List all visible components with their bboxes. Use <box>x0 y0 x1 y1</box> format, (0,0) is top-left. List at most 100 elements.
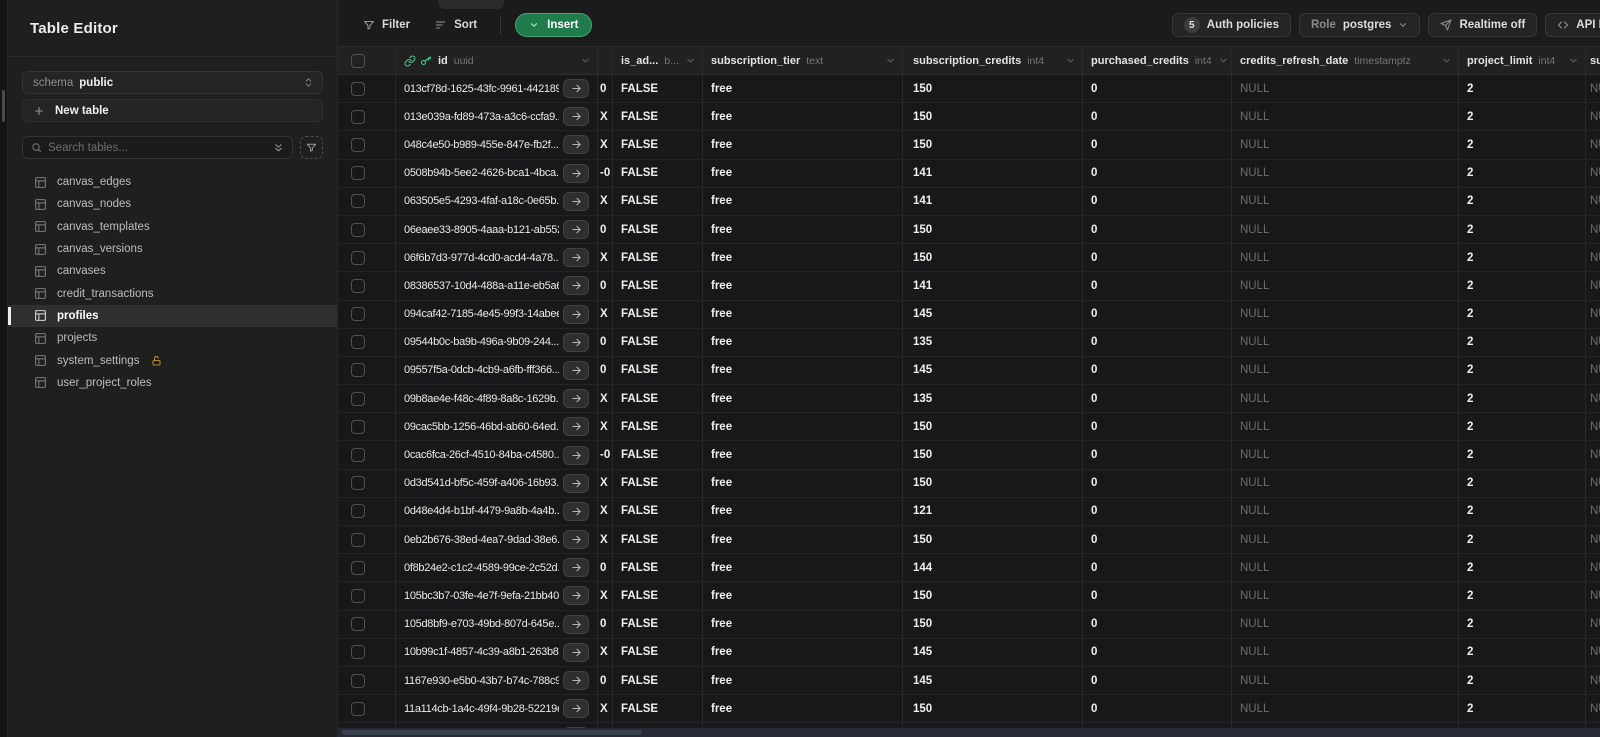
row-checkbox[interactable] <box>351 560 365 575</box>
id-cell[interactable]: 06f6b7d3-977d-4cd0-acd4-4a78... <box>396 244 598 272</box>
table-row[interactable]: 0eb2b676-38ed-4ea7-9dad-38e6... X FALSE fre… <box>338 526 1600 555</box>
subscription-credits-cell[interactable]: 141 <box>903 187 1083 215</box>
is-admin-cell[interactable]: FALSE <box>613 695 703 723</box>
id-cell[interactable]: 10b99c1f-4857-4c39-a8b1-263b8... <box>396 638 598 666</box>
project-limit-cell[interactable]: 2 <box>1459 638 1586 666</box>
purchased-credits-cell[interactable]: 0 <box>1083 385 1232 413</box>
sidebar-item-projects[interactable]: projects <box>22 327 323 349</box>
chevron-down-icon[interactable] <box>580 55 591 66</box>
row-checkbox[interactable] <box>351 194 365 209</box>
subscription-tier-cell[interactable]: free <box>703 215 903 244</box>
expand-row-button[interactable] <box>563 304 589 324</box>
subscription-tier-cell[interactable]: free <box>703 159 903 187</box>
is-admin-cell[interactable]: FALSE <box>613 215 703 244</box>
table-row[interactable]: 1167e930-e5b0-43b7-b74c-788c9... 0 FALSE fr… <box>338 666 1600 696</box>
clipped-cell[interactable]: 0 <box>598 272 613 300</box>
table-row[interactable]: 10b99c1f-4857-4c39-a8b1-263b8... X FALSE fr… <box>338 638 1600 667</box>
purchased-credits-cell[interactable]: 0 <box>1083 356 1232 385</box>
clipped-right-cell[interactable]: NU <box>1586 611 1600 638</box>
column-header-project-limit[interactable]: project_limit int4 <box>1459 47 1586 74</box>
purchased-credits-cell[interactable]: 0 <box>1083 695 1232 723</box>
expand-row-button[interactable] <box>563 276 589 296</box>
chevron-down-icon[interactable] <box>1065 55 1076 66</box>
table-row[interactable]: 08386537-10d4-488a-a11e-eb5a6... 0 FALSE fr… <box>338 272 1600 301</box>
sidebar-item-canvases[interactable]: canvases <box>22 260 323 282</box>
row-checkbox[interactable] <box>351 363 365 378</box>
purchased-credits-cell[interactable]: 0 <box>1083 272 1232 300</box>
clipped-cell[interactable]: X <box>598 300 613 328</box>
project-limit-cell[interactable]: 2 <box>1459 497 1586 525</box>
is-admin-cell[interactable]: FALSE <box>613 582 703 610</box>
sort-button[interactable]: Sort <box>425 13 486 37</box>
purchased-credits-cell[interactable]: 0 <box>1083 328 1232 356</box>
purchased-credits-cell[interactable]: 0 <box>1083 497 1232 525</box>
credits-refresh-date-cell[interactable]: NULL <box>1232 695 1459 723</box>
table-list-filter-button[interactable] <box>300 136 323 159</box>
sidebar-item-profiles[interactable]: profiles <box>8 304 337 328</box>
credits-refresh-date-cell[interactable]: NULL <box>1232 244 1459 272</box>
clipped-cell[interactable]: X <box>598 131 613 159</box>
project-limit-cell[interactable]: 2 <box>1459 441 1586 469</box>
id-cell[interactable]: 063505e5-4293-4faf-a18c-0e65b... <box>396 187 598 215</box>
insert-button[interactable]: Insert <box>515 13 593 37</box>
is-admin-cell[interactable]: FALSE <box>613 666 703 695</box>
expand-row-button[interactable] <box>563 586 589 606</box>
purchased-credits-cell[interactable]: 0 <box>1083 526 1232 554</box>
row-checkbox[interactable] <box>351 109 365 124</box>
clipped-cell[interactable]: X <box>598 413 613 441</box>
subscription-tier-cell[interactable]: free <box>703 413 903 441</box>
project-limit-cell[interactable]: 2 <box>1459 187 1586 215</box>
subscription-credits-cell[interactable]: 121 <box>903 497 1083 525</box>
row-checkbox[interactable] <box>351 617 365 632</box>
purchased-credits-cell[interactable]: 0 <box>1083 131 1232 159</box>
chevron-down-icon[interactable] <box>1441 55 1452 66</box>
subscription-tier-cell[interactable]: free <box>703 497 903 525</box>
purchased-credits-cell[interactable]: 0 <box>1083 413 1232 441</box>
subscription-tier-cell[interactable]: free <box>703 300 903 328</box>
row-checkbox[interactable] <box>351 307 365 322</box>
purchased-credits-cell[interactable]: 0 <box>1083 75 1232 103</box>
clipped-cell[interactable]: 0 <box>598 215 613 244</box>
subscription-credits-cell[interactable]: 135 <box>903 385 1083 413</box>
project-limit-cell[interactable]: 2 <box>1459 215 1586 244</box>
purchased-credits-cell[interactable]: 0 <box>1083 638 1232 666</box>
project-limit-cell[interactable]: 2 <box>1459 75 1586 103</box>
row-checkbox[interactable] <box>351 419 365 434</box>
clipped-right-cell[interactable]: NU <box>1586 639 1600 666</box>
credits-refresh-date-cell[interactable]: NULL <box>1232 413 1459 441</box>
chevron-down-icon[interactable] <box>885 55 896 66</box>
is-admin-cell[interactable]: FALSE <box>613 526 703 554</box>
credits-refresh-date-cell[interactable]: NULL <box>1232 385 1459 413</box>
id-cell[interactable]: 0eb2b676-38ed-4ea7-9dad-38e6... <box>396 526 598 554</box>
clipped-cell[interactable]: -0 <box>598 441 613 469</box>
project-limit-cell[interactable]: 2 <box>1459 244 1586 272</box>
table-row[interactable]: 105bc3b7-03fe-4e7f-9efa-21bb40... X FALSE f… <box>338 582 1600 611</box>
clipped-cell[interactable]: 0 <box>598 328 613 356</box>
clipped-right-cell[interactable]: NU <box>1586 695 1600 722</box>
table-row[interactable]: 105d8bf9-e703-49bd-807d-645e... 0 FALSE fre… <box>338 610 1600 639</box>
row-checkbox[interactable] <box>351 278 365 293</box>
project-limit-cell[interactable]: 2 <box>1459 103 1586 131</box>
is-admin-cell[interactable]: FALSE <box>613 497 703 525</box>
scrollbar-thumb[interactable] <box>342 730 642 735</box>
purchased-credits-cell[interactable]: 0 <box>1083 441 1232 469</box>
clipped-right-cell[interactable]: NU <box>1586 413 1600 440</box>
filter-button[interactable]: Filter <box>354 13 419 37</box>
clipped-right-cell[interactable]: NU <box>1586 385 1600 412</box>
expand-row-button[interactable] <box>563 248 589 268</box>
expand-row-button[interactable] <box>563 558 589 578</box>
table-row[interactable]: 0d48e4d4-b1bf-4479-9a8b-4a4b... X FALSE fre… <box>338 497 1600 526</box>
id-cell[interactable]: 0508b94b-5ee2-4626-bca1-4bca... <box>396 159 598 187</box>
subscription-tier-cell[interactable]: free <box>703 638 903 666</box>
horizontal-scrollbar[interactable] <box>338 728 1600 737</box>
row-checkbox[interactable] <box>351 588 365 603</box>
subscription-tier-cell[interactable]: free <box>703 610 903 638</box>
role-select[interactable]: Role postgres <box>1298 13 1421 37</box>
expand-row-button[interactable] <box>563 135 589 155</box>
credits-refresh-date-cell[interactable]: NULL <box>1232 272 1459 300</box>
auth-policies-button[interactable]: 5 Auth policies <box>1171 13 1291 37</box>
clipped-cell[interactable]: X <box>598 638 613 666</box>
collapse-all-icon[interactable] <box>273 142 284 154</box>
subscription-tier-cell[interactable]: free <box>703 356 903 385</box>
clipped-right-cell[interactable]: NU <box>1586 526 1600 553</box>
